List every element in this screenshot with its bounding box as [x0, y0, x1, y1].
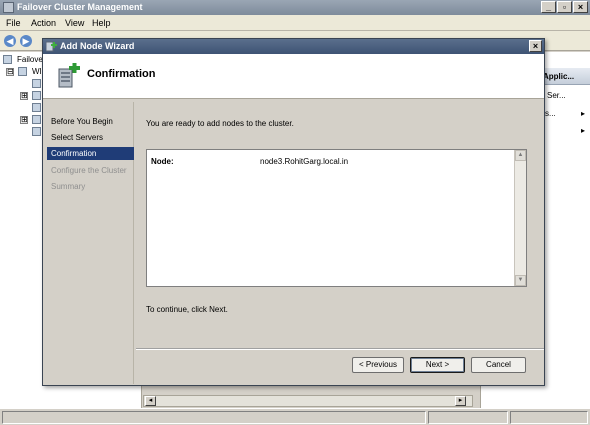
next-button[interactable]: Next >	[410, 357, 465, 373]
forward-arrow-icon[interactable]: ▶	[20, 35, 32, 47]
button-divider	[136, 348, 544, 350]
menu-view[interactable]: View	[65, 18, 84, 28]
cancel-button[interactable]: Cancel	[471, 357, 526, 373]
wizard-close-button[interactable]: ×	[529, 40, 542, 52]
continue-hint: To continue, click Next.	[146, 305, 228, 314]
status-segment	[2, 411, 426, 424]
scroll-left-icon[interactable]: ◂	[145, 396, 156, 406]
menu-bar: File Action View Help	[0, 15, 590, 31]
cluster-node-icon	[18, 67, 27, 76]
restore-button[interactable]: ▫	[557, 1, 572, 13]
back-arrow-icon[interactable]: ◀	[4, 35, 16, 47]
node-value: node3.RohitGarg.local.in	[260, 157, 349, 166]
wizard-title-bar: Add Node Wizard ×	[43, 39, 544, 54]
previous-button[interactable]: < Previous	[352, 357, 404, 373]
step-configure-the-cluster: Configure the Cluster	[51, 166, 127, 175]
services-folder-icon	[32, 79, 41, 88]
menu-help[interactable]: Help	[92, 18, 111, 28]
tree-item-cluster[interactable]: WI	[32, 67, 42, 76]
menu-action[interactable]: Action	[31, 18, 56, 28]
main-title-bar: Failover Cluster Management _ ▫ ×	[0, 0, 590, 15]
menu-file[interactable]: File	[6, 18, 21, 28]
confirmation-summary-box: Node: node3.RohitGarg.local.in ▲ ▼	[146, 149, 527, 287]
submenu-arrow-icon[interactable]: ▸	[581, 126, 585, 135]
actions-header-label: Applic...	[543, 72, 575, 81]
scroll-right-icon[interactable]: ▸	[455, 396, 466, 406]
add-node-wizard-dialog: Add Node Wizard × Confirmation Before Yo…	[42, 38, 545, 386]
scroll-down-icon[interactable]: ▼	[515, 275, 526, 286]
step-select-servers[interactable]: Select Servers	[47, 131, 134, 144]
close-button[interactable]: ×	[573, 1, 588, 13]
events-icon	[32, 127, 41, 136]
collapse-icon[interactable]: ⊟	[6, 68, 14, 76]
submenu-arrow-icon[interactable]: ▸	[581, 109, 585, 118]
scroll-up-icon[interactable]: ▲	[515, 150, 526, 161]
networks-folder-icon	[32, 115, 41, 124]
add-node-icon	[46, 41, 57, 52]
expand-icon[interactable]: ⊞	[20, 116, 28, 124]
node-label: Node:	[151, 157, 174, 166]
main-window-title: Failover Cluster Management	[17, 2, 143, 12]
step-confirmation[interactable]: Confirmation	[47, 147, 134, 160]
status-segment	[510, 411, 588, 424]
step-before-you-begin[interactable]: Before You Begin	[47, 115, 134, 128]
cluster-app-icon	[3, 2, 14, 13]
server-add-icon	[58, 63, 80, 88]
nodes-folder-icon	[32, 91, 41, 100]
expand-icon[interactable]: ⊞	[20, 92, 28, 100]
step-summary: Summary	[51, 182, 86, 191]
action-item[interactable]: Ser...	[547, 91, 566, 100]
storage-folder-icon	[32, 103, 41, 112]
summary-scrollbar[interactable]: ▲ ▼	[514, 150, 526, 286]
wizard-steps-pane: Before You Begin Select Servers Confirma…	[45, 102, 134, 384]
intro-text: You are ready to add nodes to the cluste…	[146, 119, 294, 128]
minimize-button[interactable]: _	[541, 1, 556, 13]
wizard-content: You are ready to add nodes to the cluste…	[136, 102, 544, 384]
status-segment	[428, 411, 508, 424]
page-title: Confirmation	[87, 68, 156, 80]
failover-cluster-icon	[3, 55, 12, 64]
wizard-header: Confirmation	[43, 54, 544, 99]
status-bar	[0, 408, 590, 425]
horizontal-scrollbar[interactable]: ◂ ▸	[143, 395, 473, 407]
wizard-title: Add Node Wizard	[60, 41, 135, 51]
action-item[interactable]: s...	[545, 109, 556, 118]
